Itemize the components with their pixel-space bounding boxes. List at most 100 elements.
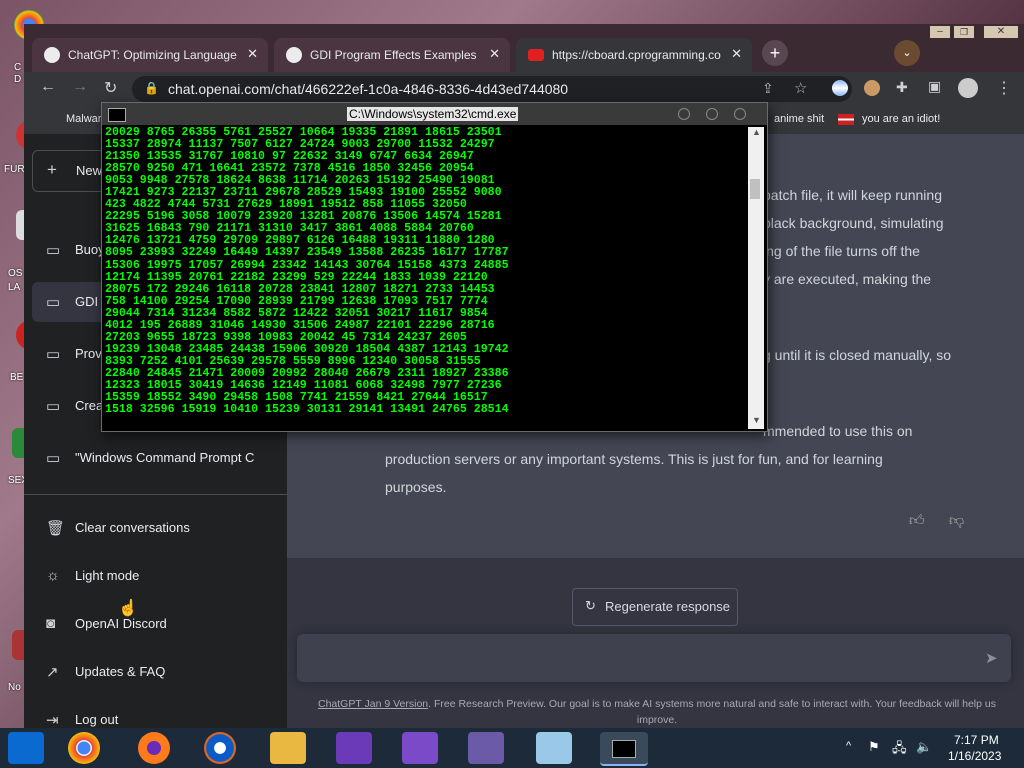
desktop-label: OS bbox=[8, 268, 23, 279]
close-icon[interactable]: ✕ bbox=[489, 46, 500, 62]
opera-icon[interactable] bbox=[204, 732, 236, 764]
desktop-label: C bbox=[14, 62, 22, 73]
scroll-thumb[interactable] bbox=[750, 179, 760, 199]
tab-cboard[interactable]: https://cboard.cprogramming.co ✕ bbox=[516, 38, 752, 72]
lock-icon: 🔒 bbox=[144, 81, 159, 95]
scroll-up-icon[interactable]: ▲ bbox=[752, 127, 761, 137]
regenerate-button[interactable]: ↻ Regenerate response bbox=[572, 588, 738, 626]
discord-link[interactable]: ◙ OpenAI Discord bbox=[32, 604, 279, 644]
browser-titlebar: ChatGPT: Optimizing Language M ✕ GDI Pro… bbox=[24, 24, 1024, 72]
message-line: y are executed, making the bbox=[763, 271, 932, 287]
tab-chatgpt[interactable]: ChatGPT: Optimizing Language M ✕ bbox=[32, 38, 268, 72]
conversation-title: "Windows Command Prompt C bbox=[75, 450, 255, 465]
cmd-titlebar[interactable]: C:\Windows\system32\cmd.exe bbox=[102, 103, 767, 125]
minimize-button[interactable] bbox=[678, 108, 690, 120]
tab-search-button[interactable]: ⌄ bbox=[894, 40, 920, 66]
menu-dots-icon[interactable]: ⋮ bbox=[996, 78, 1012, 98]
send-icon[interactable]: ➤ bbox=[985, 649, 998, 667]
address-bar[interactable]: 🔒 chat.openai.com/chat/466222ef-1c0a-484… bbox=[132, 76, 852, 102]
reload-icon[interactable]: ↻ bbox=[104, 78, 117, 98]
chatgpt-icon bbox=[44, 47, 60, 63]
message-line: ing of the file turns off the bbox=[763, 243, 920, 259]
chat-bubble-icon: ▭ bbox=[46, 242, 61, 259]
chat-bubble-icon: ▭ bbox=[46, 450, 61, 467]
maximize-button[interactable] bbox=[706, 108, 718, 120]
desktop-label: FUR bbox=[4, 164, 25, 175]
youtube-icon bbox=[528, 49, 544, 61]
footer-note: ChatGPT Jan 9 Version. Free Research Pre… bbox=[307, 696, 1007, 728]
cmd-taskbar-icon[interactable] bbox=[600, 732, 648, 766]
close-icon[interactable]: ✕ bbox=[247, 46, 258, 62]
new-tab-button[interactable]: + bbox=[762, 40, 788, 66]
flag-icon[interactable]: ⚑ bbox=[868, 739, 880, 755]
cmd-scrollbar[interactable]: ▲ ▼ bbox=[748, 127, 764, 429]
tab-gdi[interactable]: GDI Program Effects Examples ✕ bbox=[274, 38, 510, 72]
plus-icon: + bbox=[47, 160, 57, 179]
message-line: mmended to use this on bbox=[763, 423, 913, 439]
star-icon[interactable]: ☆ bbox=[794, 79, 807, 97]
puzzle-icon[interactable]: ✚ bbox=[896, 79, 908, 96]
conversation-title: GDI bbox=[75, 294, 99, 309]
app-icon[interactable] bbox=[468, 732, 504, 764]
sidepanel-icon[interactable]: ▣ bbox=[928, 78, 941, 95]
refresh-icon: ↻ bbox=[585, 598, 596, 613]
cmd-title: C:\Windows\system32\cmd.exe bbox=[347, 107, 519, 121]
chrome-icon[interactable] bbox=[68, 732, 100, 764]
chatgpt-icon bbox=[286, 47, 302, 63]
action-label: Updates & FAQ bbox=[75, 664, 166, 679]
extension-icon[interactable] bbox=[832, 80, 848, 96]
network-icon[interactable]: 🖧 bbox=[892, 739, 907, 761]
action-label: Log out bbox=[75, 712, 119, 727]
action-label: OpenAI Discord bbox=[75, 616, 167, 631]
discord-icon: ◙ bbox=[46, 615, 56, 632]
desktop-label: LA bbox=[8, 282, 21, 293]
prompt-input[interactable]: ➤ bbox=[297, 634, 1011, 682]
visual-studio-icon[interactable] bbox=[336, 732, 372, 764]
chat-bubble-icon: ▭ bbox=[46, 398, 61, 415]
conversation-item[interactable]: ▭ "Windows Command Prompt C bbox=[32, 438, 279, 478]
maximize-button[interactable]: ❐ bbox=[954, 26, 974, 38]
light-mode-button[interactable]: ☼ Light mode bbox=[32, 556, 279, 596]
volume-icon[interactable]: 🔈 bbox=[916, 739, 932, 755]
trash-icon: 🗑 bbox=[46, 520, 66, 537]
clock-time[interactable]: 7:17 PM bbox=[954, 733, 999, 747]
terminal-icon bbox=[612, 740, 636, 758]
message-line: purposes. bbox=[385, 479, 447, 495]
action-label: Clear conversations bbox=[75, 520, 190, 535]
close-window-button[interactable]: ✕ bbox=[984, 26, 1018, 38]
version-link[interactable]: ChatGPT Jan 9 Version bbox=[318, 698, 428, 710]
url-text: chat.openai.com/chat/466222ef-1c0a-4846-… bbox=[168, 81, 569, 97]
file-explorer-icon[interactable] bbox=[270, 732, 306, 764]
clear-conversations-button[interactable]: 🗑 Clear conversations bbox=[32, 508, 279, 548]
updates-faq-link[interactable]: ↗ Updates & FAQ bbox=[32, 652, 279, 692]
share-icon[interactable]: ⇪ bbox=[762, 80, 774, 97]
notepad-icon[interactable] bbox=[536, 732, 572, 764]
bookmark-idiot[interactable]: you are an idiot! bbox=[862, 113, 940, 125]
back-arrow-icon[interactable]: ← bbox=[40, 78, 56, 96]
bookmark-anime[interactable]: anime shit bbox=[774, 113, 824, 125]
minimize-button[interactable]: – bbox=[930, 26, 950, 38]
desktop-label: BE bbox=[10, 372, 24, 383]
cmd-window[interactable]: C:\Windows\system32\cmd.exe 20029 8765 2… bbox=[101, 102, 768, 432]
close-icon[interactable]: ✕ bbox=[731, 46, 742, 62]
firefox-icon[interactable] bbox=[138, 732, 170, 764]
regenerate-label: Regenerate response bbox=[605, 599, 731, 614]
bookmark-malwar[interactable]: Malwar bbox=[66, 113, 101, 125]
tab-label: GDI Program Effects Examples bbox=[310, 48, 477, 62]
visual-studio-icon[interactable] bbox=[402, 732, 438, 764]
action-label: Light mode bbox=[75, 568, 140, 583]
thumbs-up-icon[interactable]: 👍︎ bbox=[909, 512, 925, 530]
cmd-output: 20029 8765 26355 5761 25527 10664 19335 … bbox=[105, 127, 509, 417]
chevron-up-icon[interactable]: ^ bbox=[846, 740, 851, 752]
start-icon[interactable] bbox=[8, 732, 44, 764]
new-chat-label: New bbox=[76, 163, 103, 178]
close-button[interactable] bbox=[734, 108, 746, 120]
clock-date[interactable]: 1/16/2023 bbox=[948, 749, 1001, 763]
extension-icon[interactable] bbox=[864, 80, 880, 96]
thumbs-down-icon[interactable]: 👎︎ bbox=[949, 512, 964, 530]
conversation-title: Prov bbox=[75, 346, 102, 361]
forward-arrow-icon[interactable]: → bbox=[72, 78, 88, 96]
profile-avatar[interactable] bbox=[958, 78, 978, 98]
scroll-down-icon[interactable]: ▼ bbox=[752, 415, 761, 425]
message-line: batch file, it will keep running bbox=[763, 187, 942, 203]
